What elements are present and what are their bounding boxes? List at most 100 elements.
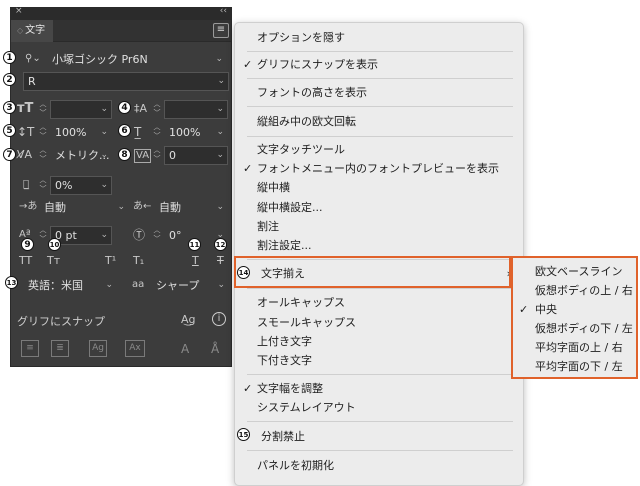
leading-icon: ‡A — [134, 102, 148, 115]
menu-item-reset-panel[interactable]: パネルを初期化 — [235, 457, 523, 475]
menu-item-superscript[interactable]: 上付き文字 — [235, 333, 523, 351]
callout-badge: 3 — [3, 101, 16, 114]
font-style-field[interactable]: R ⌄ — [23, 72, 229, 91]
font-size-icon: тT — [17, 101, 34, 116]
menu-item-tatechuyoko-settings[interactable]: 縦中横設定... — [235, 199, 523, 217]
horizontal-scale-icon: T̲ — [134, 125, 142, 139]
tracking-field[interactable]: 0 ⌄ — [164, 146, 228, 165]
menu-item-tatechuyoko[interactable]: 縦中横 — [235, 179, 523, 197]
language-field[interactable]: 英語：米国 ⌄ — [23, 276, 117, 295]
menu-item-subscript[interactable]: 下付き文字 — [235, 352, 523, 370]
stepper-icon[interactable]: ︿ ﹀ — [152, 226, 162, 245]
menu-item-warichu[interactable]: 割注 — [235, 218, 523, 236]
stepper-icon[interactable]: ︿ ﹀ — [38, 100, 48, 119]
glyph-snap-icon[interactable]: A͜g — [181, 311, 196, 329]
hamburger-icon: ≡ — [216, 24, 226, 35]
search-icon[interactable]: ⚲⌄ — [25, 50, 41, 68]
menu-item-label: 上付き文字 — [257, 335, 312, 348]
stepper-icon[interactable]: ︿ ﹀ — [152, 146, 162, 165]
font-style-value: R — [28, 75, 36, 88]
small-caps-button[interactable]: Tт — [47, 252, 60, 270]
antialias-field[interactable]: シャープ ⌄ — [151, 276, 229, 295]
leading-field[interactable]: ⌄ — [164, 100, 228, 119]
menu-item-all-caps[interactable]: オールキャップス — [235, 294, 523, 312]
stepper-icon[interactable]: ︿ ﹀ — [152, 100, 162, 119]
close-icon[interactable]: × — [15, 6, 23, 16]
baseline-snap-icon[interactable]: ≡ — [21, 340, 39, 357]
xheight-snap-icon[interactable]: ≣ — [51, 340, 69, 357]
menu-separator — [247, 374, 513, 375]
stepper-icon[interactable]: ︿ ﹀ — [38, 226, 48, 245]
menu-item-touch-tool[interactable]: 文字タッチツール — [235, 141, 523, 159]
tracking-value: 0 — [169, 149, 176, 162]
menu-item-system-layout[interactable]: システムレイアウト — [235, 399, 523, 417]
angular-snap-icon[interactable]: A — [181, 340, 189, 358]
horizontal-scale-value: 100% — [169, 126, 201, 139]
chevron-down-icon: ⌄ — [215, 54, 223, 64]
chevron-down-icon: ⌄ — [217, 76, 225, 86]
stepper-icon[interactable]: ︿ ﹀ — [38, 123, 48, 142]
menu-item-label: フォントメニュー内のフォントプレビューを表示 — [257, 162, 499, 175]
submenu-item-icf-top[interactable]: 平均字面の上 / 右 — [513, 339, 636, 357]
menu-item-rotate-roman[interactable]: 縦組み中の欧文回転 — [235, 113, 523, 131]
stepper-icon[interactable]: ︿ ﹀ — [38, 146, 48, 165]
chevron-down-icon: ⌄ — [100, 180, 108, 190]
stepper-icon[interactable]: ︿ ﹀ — [152, 123, 162, 142]
vertical-scale-field[interactable]: 100% ⌄ — [50, 123, 112, 142]
info-icon[interactable]: i — [212, 312, 226, 326]
menu-item-label: 縦中横設定... — [257, 201, 323, 214]
stepper-icon[interactable]: ︿ ﹀ — [38, 176, 48, 195]
callout-badge: 4 — [118, 101, 131, 114]
aki-left-value: 自動 — [44, 201, 66, 214]
submenu-item-label: 仮想ボディの下 / 左 — [535, 322, 633, 335]
aki-left-icon: →あ — [19, 201, 38, 212]
antialias-value: シャープ — [156, 279, 200, 292]
menu-item-no-break[interactable]: 分割禁止 — [235, 428, 523, 446]
all-caps-button[interactable]: TT — [19, 252, 32, 270]
panel-menu-button[interactable]: ≡ — [213, 23, 229, 38]
superscript-button[interactable]: T¹ — [105, 252, 116, 270]
antialias-icon: aa — [132, 279, 145, 290]
bounds-snap-icon[interactable]: Ag — [89, 340, 107, 357]
menu-separator — [247, 106, 513, 107]
menu-item-snap-glyph[interactable]: ✓ グリフにスナップを表示 — [235, 56, 523, 74]
kerning-field[interactable]: メトリク... ⌄ — [50, 146, 112, 165]
menu-item-font-preview[interactable]: ✓ フォントメニュー内のフォントプレビューを表示 — [235, 160, 523, 178]
menu-item-font-height[interactable]: フォントの高さを表示 — [235, 84, 523, 102]
menu-separator — [247, 421, 513, 422]
submenu-item-center[interactable]: ✓ 中央 — [513, 301, 636, 319]
menu-separator — [247, 51, 513, 52]
submenu-item-icf-bottom[interactable]: 平均字面の下 / 左 — [513, 358, 636, 376]
menu-item-adjust-width[interactable]: ✓ 文字幅を調整 — [235, 380, 523, 398]
strikethrough-button[interactable]: T — [217, 252, 224, 270]
underline-button[interactable]: T — [192, 252, 199, 270]
checkmark-icon: ✓ — [519, 303, 529, 316]
aki-left-field[interactable]: 自動 ⌄ — [39, 198, 129, 217]
submenu-item-em-box-top[interactable]: 仮想ボディの上 / 右 — [513, 282, 636, 300]
menu-item-small-caps[interactable]: スモールキャップス — [235, 314, 523, 332]
submenu-item-em-box-bottom[interactable]: 仮想ボディの下 / 左 — [513, 320, 636, 338]
aki-right-field[interactable]: 自動 ⌄ — [154, 198, 228, 217]
chevron-down-icon: ⌄ — [216, 150, 224, 160]
collapse-icon[interactable]: ‹‹ — [220, 6, 227, 16]
checkmark-icon: ✓ — [243, 162, 253, 175]
subscript-button[interactable]: T₁ — [133, 252, 144, 270]
chevron-down-icon: ⌄ — [216, 104, 224, 114]
proximity-snap-icon[interactable]: Ax — [125, 340, 145, 357]
horizontal-scale-field[interactable]: 100% ⌄ — [164, 123, 228, 142]
tab-character[interactable]: ◇ 文字 — [11, 20, 53, 42]
callout-badge: 6 — [118, 124, 131, 137]
chevron-down-icon: ⌄ — [216, 202, 224, 212]
tsume-row: あ̲ ︿ ﹀ 0% ⌄ — [11, 176, 233, 196]
font-size-field[interactable]: ⌄ — [50, 100, 112, 119]
submenu-item-roman-baseline[interactable]: 欧文ベースライン — [513, 263, 636, 281]
char-align-highlight — [234, 256, 511, 288]
font-family-field[interactable]: 小塚ゴシック Pr6N ⌄ — [47, 50, 227, 69]
menu-item-label: 縦中横 — [257, 181, 290, 194]
tsume-field[interactable]: 0% ⌄ — [50, 176, 112, 195]
menu-item-warichu-settings[interactable]: 割注設定... — [235, 237, 523, 255]
anchor-snap-icon[interactable]: Å — [211, 340, 219, 358]
callout-badge: 10 — [48, 238, 61, 251]
menu-item-hide-options[interactable]: オプションを隠す — [235, 29, 523, 47]
menu-item-label: グリフにスナップを表示 — [257, 58, 378, 71]
